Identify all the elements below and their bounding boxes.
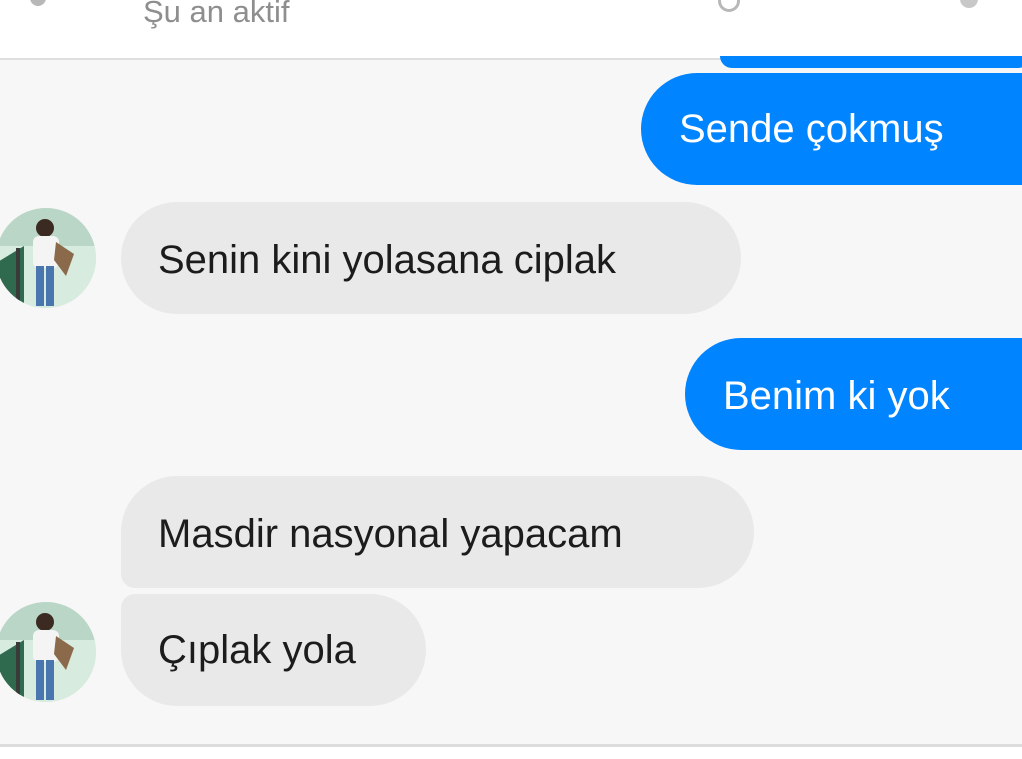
contact-avatar[interactable]: [0, 602, 96, 702]
call-icon[interactable]: [718, 0, 740, 12]
info-icon[interactable]: [960, 0, 978, 8]
avatar-photo-icon: [0, 208, 96, 308]
message-text: Masdir nasyonal yapacam: [158, 512, 623, 556]
message-text: Senin kini yolasana ciplak: [158, 238, 617, 282]
chat-header: Şu an aktif: [0, 0, 1022, 60]
message-bubble-incoming[interactable]: Masdir nasyonal yapacam: [121, 476, 754, 588]
chat-screen: Şu an aktif Sende çokmuş Senin kini yola…: [0, 0, 1022, 759]
back-icon[interactable]: [30, 0, 46, 6]
message-text: Çıplak yola: [158, 628, 356, 672]
message-text: Sende çokmuş: [679, 107, 944, 151]
message-bubble-outgoing[interactable]: Benim ki yok: [685, 338, 1022, 450]
composer-area: [0, 747, 1022, 759]
message-bubble-incoming[interactable]: Senin kini yolasana ciplak: [121, 202, 741, 314]
previous-message-bubble: [720, 56, 1022, 68]
avatar-photo-icon: [0, 602, 96, 702]
message-bubble-incoming[interactable]: Çıplak yola: [121, 594, 426, 706]
contact-avatar[interactable]: [0, 208, 96, 308]
message-bubble-outgoing[interactable]: Sende çokmuş: [641, 73, 1022, 185]
message-text: Benim ki yok: [723, 374, 950, 418]
active-status: Şu an aktif: [143, 0, 290, 29]
